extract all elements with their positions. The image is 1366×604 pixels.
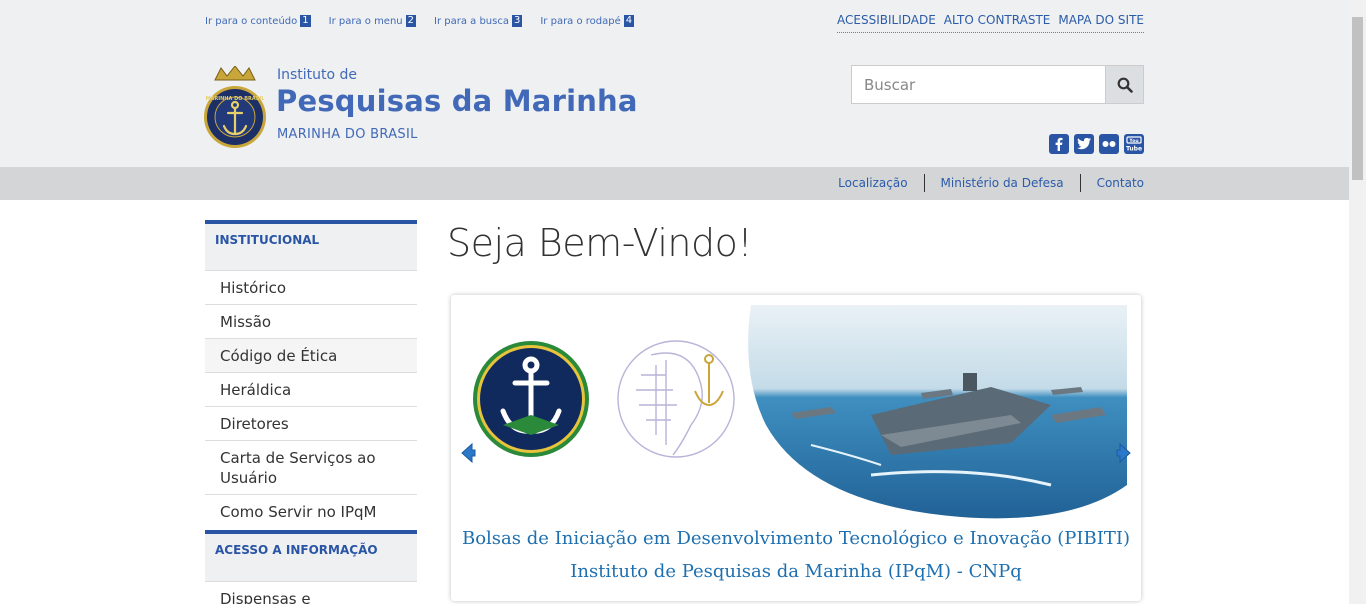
search-box bbox=[851, 65, 1144, 104]
facebook-icon[interactable] bbox=[1049, 134, 1069, 154]
skip-links: Ir para o conteúdo 1 Ir para o menu 2 Ir p… bbox=[205, 15, 635, 27]
flickr-icon[interactable] bbox=[1099, 134, 1119, 154]
skiplink-menu[interactable]: Ir para o menu 2 bbox=[329, 15, 417, 27]
nav-link-ministry[interactable]: Ministério da Defesa bbox=[923, 174, 1080, 192]
sidebar-heading-institucional: INSTITUCIONAL bbox=[205, 220, 417, 271]
sidebar-menu-acesso-informacao: Dispensas e bbox=[205, 581, 417, 604]
navy-emblem-logo[interactable]: MARINHA DO BRASIL bbox=[203, 66, 267, 150]
site-title[interactable]: Pesquisas da Marinha bbox=[276, 84, 638, 118]
caption-line-2: Instituto de Pesquisas da Marinha (IPqM)… bbox=[570, 561, 1022, 582]
skiplink-content[interactable]: Ir para o conteúdo 1 bbox=[205, 15, 311, 27]
sidebar-item-como-servir[interactable]: Como Servir no IPqM bbox=[205, 494, 417, 528]
carousel-caption[interactable]: Bolsas de Iniciação em Desenvolvimento T… bbox=[451, 522, 1141, 588]
sidebar-item-codigo-etica[interactable]: Código de Ética bbox=[205, 338, 417, 372]
accessibility-link[interactable]: ACESSIBILIDADE bbox=[837, 13, 936, 27]
carousel-next-arrow-icon[interactable] bbox=[1116, 443, 1132, 463]
brand-prefix: Instituto de bbox=[277, 67, 358, 83]
sidebar-item-historico[interactable]: Histórico bbox=[205, 270, 417, 304]
social-links: Tube You bbox=[1049, 134, 1144, 154]
skiplink-footer[interactable]: Ir para o rodapé 4 bbox=[540, 15, 635, 27]
caption-line-1: Bolsas de Iniciação em Desenvolvimento T… bbox=[461, 528, 1131, 549]
youtube-icon[interactable]: Tube You bbox=[1124, 134, 1144, 154]
skiplink-search[interactable]: Ir para a busca 3 bbox=[434, 15, 523, 27]
page-scrollbar[interactable] bbox=[1349, 0, 1366, 604]
sidebar-menu-institucional: Histórico Missão Código de Ética Heráldi… bbox=[205, 270, 417, 528]
site-header: Ir para o conteúdo 1 Ir para o menu 2 Ir p… bbox=[0, 0, 1349, 167]
search-input[interactable] bbox=[852, 66, 1105, 103]
sidebar-item-dispensas[interactable]: Dispensas e bbox=[205, 581, 417, 604]
secondary-nav: Localização Ministério da Defesa Contato bbox=[822, 174, 1144, 192]
twitter-icon[interactable] bbox=[1074, 134, 1094, 154]
sidebar-item-diretores[interactable]: Diretores bbox=[205, 406, 417, 440]
site-subtitle: MARINHA DO BRASIL bbox=[277, 127, 418, 142]
nav-link-contact[interactable]: Contato bbox=[1079, 174, 1144, 192]
sidebar-heading-acesso-informacao: ACESSO A INFORMAÇÃO bbox=[205, 530, 417, 581]
accessibility-links: ACESSIBILIDADE ALTO CONTRASTE MAPA DO SI… bbox=[837, 13, 1144, 33]
svg-text:You: You bbox=[1128, 138, 1138, 144]
svg-text:Tube: Tube bbox=[1126, 146, 1142, 153]
carousel-prev-arrow-icon[interactable] bbox=[460, 443, 476, 463]
sidebar-item-heraldica[interactable]: Heráldica bbox=[205, 372, 417, 406]
page-title: Seja Bem-Vindo! bbox=[447, 221, 753, 265]
search-button[interactable] bbox=[1105, 66, 1143, 103]
sidebar-item-missao[interactable]: Missão bbox=[205, 304, 417, 338]
nav-link-location[interactable]: Localização bbox=[822, 174, 923, 192]
search-icon bbox=[1117, 77, 1133, 93]
secondary-nav-bar: Localização Ministério da Defesa Contato bbox=[0, 167, 1349, 200]
sidebar-item-carta-servicos[interactable]: Carta de Serviços ao Usuário bbox=[205, 440, 417, 494]
high-contrast-link[interactable]: ALTO CONTRASTE bbox=[944, 13, 1051, 27]
scrollbar-thumb[interactable] bbox=[1352, 17, 1363, 180]
sitemap-link[interactable]: MAPA DO SITE bbox=[1058, 13, 1144, 27]
